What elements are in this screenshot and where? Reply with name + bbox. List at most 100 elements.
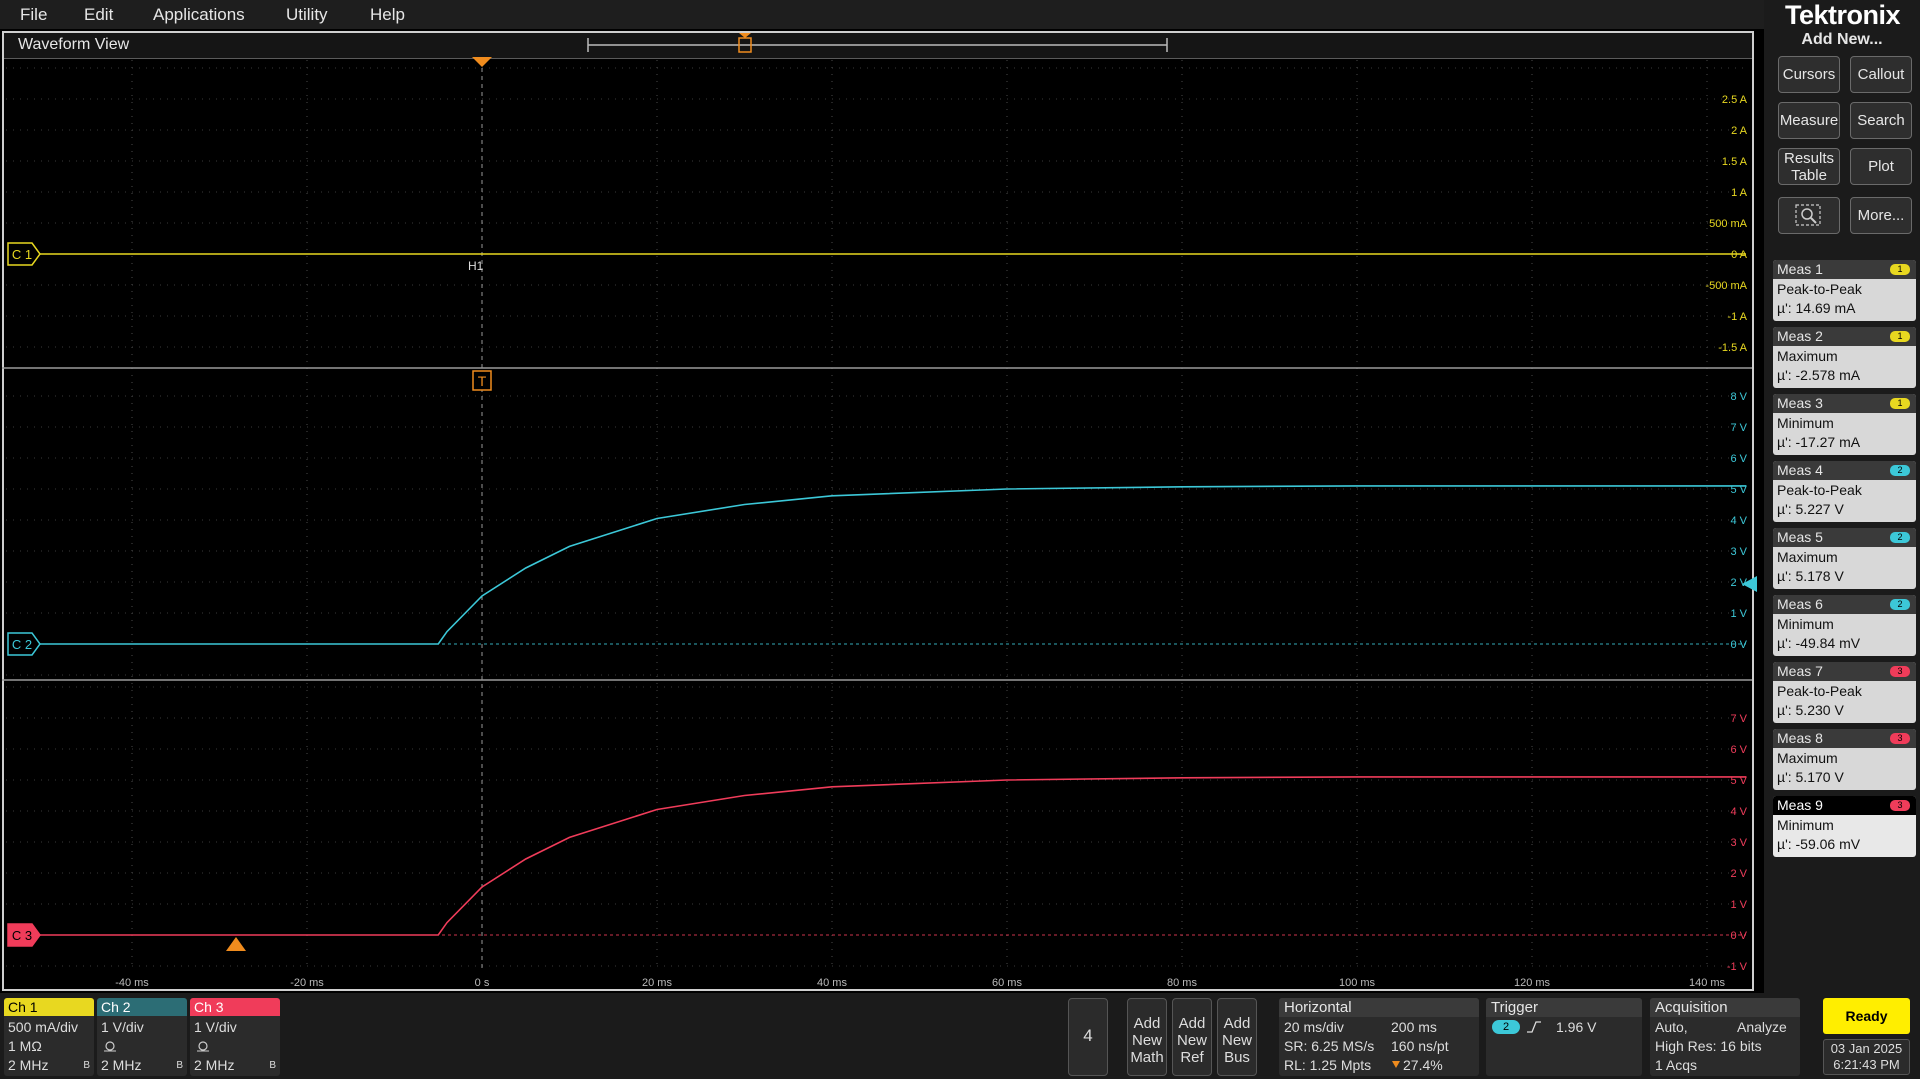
measure-button[interactable]: Measure <box>1778 102 1840 139</box>
horizontal-position-icon <box>1392 1061 1400 1068</box>
measurement-badge-6[interactable]: Meas 6 2 Minimum µ': -49.84 mV <box>1773 595 1916 656</box>
measurement-badge-3[interactable]: Meas 3 1 Minimum µ': -17.27 mA <box>1773 394 1916 455</box>
axis-tick-label: 1.5 A <box>1722 156 1748 168</box>
measurement-badge-7[interactable]: Meas 7 3 Peak-to-Peak µ': 5.230 V <box>1773 662 1916 723</box>
axis-tick-label: 1 A <box>1731 187 1748 199</box>
axis-tick-label: -500 mA <box>1705 280 1747 292</box>
search-button[interactable]: Search <box>1850 102 1912 139</box>
horizontal-badge[interactable]: Horizontal 20 ms/div 200 ms SR: 6.25 MS/… <box>1279 998 1479 1076</box>
trigger-source-badge: 2 <box>1492 1020 1520 1034</box>
measurement-type: Maximum <box>1777 549 1838 565</box>
ch3-badge[interactable]: Ch 3 1 V/div 2 MHz B <box>190 998 280 1076</box>
horizontal-position-marker[interactable] <box>226 937 246 951</box>
measurement-value: µ': 5.178 V <box>1777 568 1844 584</box>
axis-tick-label: 500 mA <box>1709 218 1748 230</box>
trigger-badge[interactable]: Trigger 2 1.96 V <box>1486 998 1642 1076</box>
horizontal-position: 27.4% <box>1403 1057 1443 1073</box>
add-new-math-button[interactable]: Add New Math <box>1127 998 1167 1076</box>
acquisition-title: Acquisition <box>1650 998 1800 1017</box>
axis-tick-label: -1.5 A <box>1718 342 1747 354</box>
record-view-bar[interactable] <box>587 33 1168 53</box>
add-new-heading: Add New... <box>1801 31 1883 48</box>
trigger-marker-label: T <box>478 373 487 389</box>
measurement-source-badge: 3 <box>1890 800 1910 811</box>
axis-tick-label: 0 V <box>1730 639 1747 651</box>
tektronix-logo: Tektronix <box>1785 0 1901 30</box>
add-new-ref-button[interactable]: Add New Ref <box>1172 998 1212 1076</box>
ch3-bandwidth: 2 MHz <box>194 1057 235 1073</box>
acquisition-badge[interactable]: Acquisition Auto, Analyze High Res: 16 b… <box>1650 998 1800 1076</box>
ch2-bandwidth: 2 MHz <box>101 1057 142 1073</box>
horizontal-scale: 20 ms/div <box>1284 1019 1344 1035</box>
trigger-level: 1.96 V <box>1556 1019 1597 1035</box>
measurement-type: Peak-to-Peak <box>1777 482 1862 498</box>
measurement-value: µ': 5.170 V <box>1777 769 1844 785</box>
acquisition-mode: Auto, <box>1655 1019 1688 1035</box>
time-text: 6:21:43 PM <box>1833 1057 1900 1072</box>
measurement-value: µ': 5.230 V <box>1777 702 1844 718</box>
channel-count-button[interactable]: 4 <box>1068 998 1108 1076</box>
axis-tick-label: 2 V <box>1730 868 1747 880</box>
axis-tick-label: 4 V <box>1730 515 1747 527</box>
axis-tick-label: 0 V <box>1730 930 1747 942</box>
zoom-button[interactable] <box>1778 197 1840 234</box>
time-tick-label: 20 ms <box>642 977 672 989</box>
ch3-badge-title: Ch 3 <box>190 998 280 1016</box>
measurement-value: µ': 5.227 V <box>1777 501 1844 517</box>
ch3-scale: 1 V/div <box>194 1019 237 1035</box>
channel-handle-label: C 2 <box>12 637 32 652</box>
axis-tick-label: 4 V <box>1730 806 1747 818</box>
time-tick-label: 40 ms <box>817 977 847 989</box>
h1-cursor-label: H1 <box>468 259 484 273</box>
measurement-type: Maximum <box>1777 348 1838 364</box>
horizontal-title: Horizontal <box>1279 998 1479 1017</box>
measurement-badge-8[interactable]: Meas 8 3 Maximum µ': 5.170 V <box>1773 729 1916 790</box>
ch2-scale: 1 V/div <box>101 1019 144 1035</box>
measurement-badge-1[interactable]: Meas 1 1 Peak-to-Peak µ': 14.69 mA <box>1773 260 1916 321</box>
callout-button[interactable]: Callout <box>1850 56 1912 93</box>
axis-tick-label: 7 V <box>1730 422 1747 434</box>
axis-tick-label: 1 V <box>1730 899 1747 911</box>
axis-tick-label: 8 V <box>1730 391 1747 403</box>
ch3-bw-limit-icon: B <box>269 1060 276 1071</box>
measurement-badge-2[interactable]: Meas 2 1 Maximum µ': -2.578 mA <box>1773 327 1916 388</box>
axis-tick-label: 2.5 A <box>1722 94 1748 106</box>
results-table-button[interactable]: Results Table <box>1778 148 1840 185</box>
trigger-marker[interactable]: T <box>472 370 492 391</box>
date-time-display[interactable]: 03 Jan 2025 6:21:43 PM <box>1823 1039 1910 1075</box>
cursors-button[interactable]: Cursors <box>1778 56 1840 93</box>
record-length: RL: 1.25 Mpts <box>1284 1057 1372 1073</box>
ch2-bw-limit-icon: B <box>176 1060 183 1071</box>
measurement-source-badge: 3 <box>1890 666 1910 677</box>
measurement-badge-4[interactable]: Meas 4 2 Peak-to-Peak µ': 5.227 V <box>1773 461 1916 522</box>
measurement-badge-9[interactable]: Meas 9 3 Minimum µ': -59.06 mV <box>1773 796 1916 857</box>
horizontal-record-time: 200 ms <box>1391 1019 1437 1035</box>
run-stop-ready-button[interactable]: Ready <box>1823 998 1910 1034</box>
measurement-value: µ': -2.578 mA <box>1777 367 1861 383</box>
measurement-source-badge: 2 <box>1890 599 1910 610</box>
acquisition-resolution: High Res: 16 bits <box>1655 1038 1762 1054</box>
measurement-source-badge: 2 <box>1890 532 1910 543</box>
rising-edge-icon <box>1527 1021 1541 1033</box>
ch1-badge[interactable]: Ch 1 500 mA/div 1 MΩ 2 MHz B <box>4 998 94 1076</box>
axis-tick-label: 3 V <box>1730 546 1747 558</box>
measurement-source-badge: 1 <box>1890 331 1910 342</box>
zoom-icon <box>1795 203 1821 226</box>
axis-tick-label: 0 A <box>1731 249 1748 261</box>
ch2-badge[interactable]: Ch 2 1 V/div 2 MHz B <box>97 998 187 1076</box>
measurement-type: Maximum <box>1777 750 1838 766</box>
measurement-badge-5[interactable]: Meas 5 2 Maximum µ': 5.178 V <box>1773 528 1916 589</box>
plot-button[interactable]: Plot <box>1850 148 1912 185</box>
measurement-source-badge: 1 <box>1890 264 1910 275</box>
more-button[interactable]: More... <box>1850 197 1912 234</box>
add-new-bus-button[interactable]: Add New Bus <box>1217 998 1257 1076</box>
ch1-badge-title: Ch 1 <box>4 998 94 1016</box>
trigger-position-marker[interactable] <box>472 57 492 67</box>
waveform-display[interactable]: 2.5 A 2 A 1.5 A 1 A 500 mA 0 A -500 mA -1 A -1.5… <box>0 0 1760 993</box>
time-tick-label: -40 ms <box>115 977 149 989</box>
axis-tick-label: -1 V <box>1727 961 1748 973</box>
measurement-value: µ': -17.27 mA <box>1777 434 1861 450</box>
measurement-type: Peak-to-Peak <box>1777 683 1862 699</box>
axis-tick-label: 6 V <box>1730 453 1747 465</box>
time-tick-label: 80 ms <box>1167 977 1197 989</box>
